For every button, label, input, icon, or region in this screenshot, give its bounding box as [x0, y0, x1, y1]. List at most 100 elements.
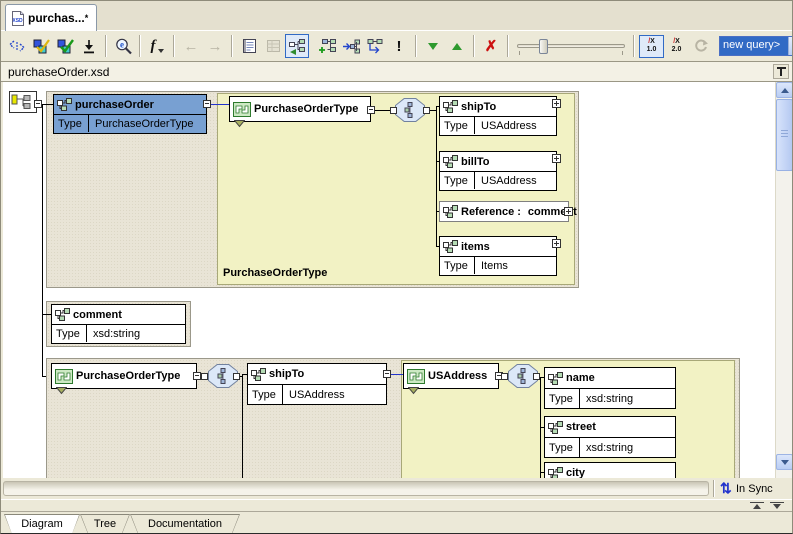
horizontal-scroll-strip[interactable] — [3, 481, 709, 496]
document-header: purchaseOrder.xsd — [1, 61, 792, 82]
element-box-comment[interactable]: comment Type xsd:string — [51, 304, 186, 344]
arrow-down-icon — [781, 460, 789, 465]
show-globals-button[interactable] — [237, 34, 261, 58]
validate-button[interactable] — [53, 34, 77, 58]
xslt-1-0-button[interactable]: /X 1.0 — [639, 35, 664, 58]
element-icon — [548, 467, 563, 479]
expand-arrow-icon[interactable] — [56, 387, 67, 395]
query-combobox[interactable]: new query> — [719, 36, 793, 56]
element-box-items[interactable]: items Type Items — [439, 236, 557, 276]
schema-root-node[interactable] — [9, 91, 37, 113]
element-icon — [548, 421, 563, 434]
add-schema-component-button[interactable] — [315, 34, 339, 58]
sequence-compositor-icon[interactable] — [395, 98, 425, 122]
display-diagram-toggle[interactable] — [285, 34, 309, 58]
expand-arrow-icon[interactable] — [234, 120, 245, 128]
element-name: billTo — [461, 156, 490, 168]
check-wellformed-icon — [32, 38, 51, 55]
triangle-up-icon — [753, 504, 761, 509]
element-box-ship-to[interactable]: shipTo Type USAddress — [439, 96, 557, 136]
toolbar-separator — [139, 35, 141, 57]
schema-diagram-canvas[interactable]: PurchaseOrderType — [3, 82, 775, 478]
arrow-up-icon — [781, 88, 789, 93]
complextype-name: USAddress — [428, 370, 487, 382]
complextype-box-us-address[interactable]: USAddress — [403, 363, 499, 389]
text-view-icon — [8, 38, 26, 54]
element-box-ship-to-local[interactable]: shipTo Type USAddress — [247, 363, 387, 405]
zoom-slider-track[interactable] — [517, 44, 625, 48]
query-combobox-dropdown-button[interactable] — [788, 37, 793, 55]
expand-arrow-icon[interactable] — [408, 387, 419, 395]
complextype-box-purchase-order-type[interactable]: PurchaseOrderType — [229, 96, 371, 122]
green-down-triangle-icon — [428, 43, 438, 50]
display-all-globals-button[interactable] — [363, 34, 387, 58]
collapse-handle[interactable] — [383, 370, 391, 378]
element-name: purchaseOrder — [75, 99, 154, 111]
expand-handle[interactable] — [552, 154, 561, 163]
sequence-connector — [423, 107, 430, 114]
tab-documentation[interactable]: Documentation — [130, 514, 240, 534]
red-x-icon: ✗ — [485, 37, 498, 55]
document-tab[interactable]: XSD purchas... * — [5, 4, 97, 31]
scroll-down-button[interactable] — [776, 454, 793, 470]
xslt-2-0-button[interactable]: /X 2.0 — [664, 35, 689, 58]
element-name: shipTo — [461, 101, 496, 113]
complextype-box-purchase-order-type-global[interactable]: PurchaseOrderType — [51, 363, 197, 389]
generate-button[interactable] — [77, 34, 101, 58]
element-box-city[interactable]: city — [544, 462, 676, 478]
reference-label: Reference : — [461, 206, 521, 218]
expand-handle[interactable] — [552, 99, 561, 108]
connector-line — [42, 376, 46, 377]
element-box-bill-to[interactable]: billTo Type USAddress — [439, 151, 557, 191]
element-reference-box-comment[interactable]: Reference : comment — [439, 201, 569, 222]
vertical-scrollbar[interactable] — [775, 82, 792, 478]
schema-tree-arrow-icon — [342, 38, 360, 55]
element-box-purchase-order[interactable]: purchaseOrder Type PurchaseOrderType — [53, 94, 207, 134]
pane-collapse-strip — [1, 499, 792, 511]
element-icon — [55, 308, 70, 321]
scrollbar-thumb[interactable] — [776, 99, 793, 171]
type-row-value: PurchaseOrderType — [89, 115, 193, 132]
zoom-slider[interactable] — [515, 36, 627, 56]
toolbar-separator — [633, 35, 635, 57]
text-view-button[interactable] — [5, 34, 29, 58]
element-icon — [443, 100, 458, 113]
element-box-street[interactable]: street Type xsd:string — [544, 416, 676, 458]
navigate-forward-button[interactable]: → — [203, 34, 227, 58]
check-wellformed-button[interactable] — [29, 34, 53, 58]
splitter-button[interactable] — [773, 64, 789, 79]
element-name: comment — [73, 309, 122, 321]
disabled-grid-button — [261, 34, 285, 58]
navigate-back-button[interactable]: ← — [179, 34, 203, 58]
delete-button[interactable]: ✗ — [479, 34, 503, 58]
tab-tree[interactable]: Tree — [80, 514, 130, 534]
collapse-handle[interactable] — [203, 100, 211, 108]
connector-line — [42, 104, 43, 377]
modified-marker: * — [85, 13, 89, 23]
collapse-pane-down-button[interactable] — [770, 502, 784, 511]
sync-status-label: In Sync — [736, 483, 773, 495]
schema-tree-corner-icon — [366, 38, 384, 55]
xpath-evaluate-button[interactable]: f — [145, 34, 169, 58]
validate-annotation-button[interactable]: ! — [387, 34, 411, 58]
collapse-handle[interactable] — [193, 372, 201, 380]
goto-definition-button[interactable] — [339, 34, 363, 58]
expand-handle[interactable] — [564, 207, 573, 216]
element-icon — [548, 372, 563, 385]
collapse-handle[interactable] — [367, 106, 375, 114]
complextype-name: PurchaseOrderType — [76, 370, 180, 382]
browser-view-button[interactable]: e — [111, 34, 135, 58]
zoom-slider-thumb[interactable] — [539, 39, 548, 54]
collapse-pane-up-button[interactable] — [750, 502, 764, 511]
connector-line — [42, 104, 53, 105]
collapse-handle[interactable] — [34, 100, 42, 108]
expand-handle[interactable] — [552, 239, 561, 248]
refresh-icon — [693, 38, 709, 54]
element-box-name[interactable]: name Type xsd:string — [544, 367, 676, 409]
move-down-button[interactable] — [421, 34, 445, 58]
scroll-up-button[interactable] — [776, 82, 793, 98]
move-up-button[interactable] — [445, 34, 469, 58]
toolbar-separator — [173, 35, 175, 57]
element-name: name — [566, 372, 595, 384]
tab-diagram[interactable]: Diagram — [4, 514, 80, 534]
